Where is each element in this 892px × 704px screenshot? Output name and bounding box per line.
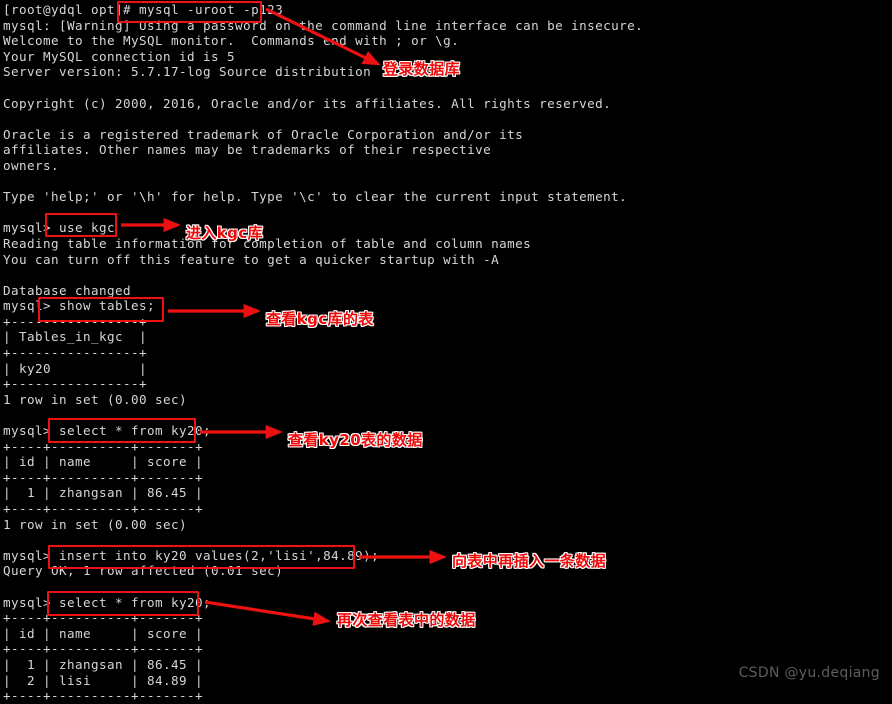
terminal-line: owners. <box>3 157 60 173</box>
terminal-line: Database changed <box>3 282 132 298</box>
terminal-line: Type 'help;' or '\h' for help. Type '\c'… <box>3 189 628 205</box>
terminal-line: +----+----------+-------+ <box>3 438 204 454</box>
terminal-line: +----------------+ <box>3 345 148 361</box>
terminal-line: +----+----------+-------+ <box>3 641 204 657</box>
terminal-output: [root@ydql opt]# mysql -uroot -p123 mysql… <box>3 2 883 704</box>
terminal-line: mysql> show tables; <box>3 298 156 314</box>
terminal-line: mysql> insert into ky20 values(2,'lisi',… <box>3 547 380 563</box>
terminal-line: Copyright (c) 2000, 2016, Oracle and/or … <box>3 95 612 111</box>
terminal-line: 1 row in set (0.00 sec) <box>3 391 188 407</box>
terminal-line: +----+----------+-------+ <box>3 688 204 704</box>
terminal-line: +----------------+ <box>3 313 148 329</box>
terminal-line: +----+----------+-------+ <box>3 469 204 485</box>
terminal-line: Query OK, 1 row affected (0.01 sec) <box>3 563 284 579</box>
csdn-watermark: CSDN @yu.deqiang <box>738 665 880 681</box>
terminal-line: [root@ydql opt]# mysql -uroot -p123 <box>3 2 284 17</box>
terminal-line: | 1 | zhangsan | 86.45 | <box>3 485 204 501</box>
terminal-line: Server version: 5.7.17-log Source distri… <box>3 64 372 80</box>
terminal-line: | ky20 | <box>3 360 148 376</box>
terminal-line: mysql> use kgc <box>3 220 116 236</box>
terminal-line: Your MySQL connection id is 5 <box>3 48 236 64</box>
terminal-line: Welcome to the MySQL monitor. Commands e… <box>3 33 460 49</box>
terminal-line: | id | name | score | <box>3 454 204 470</box>
terminal-line: | id | name | score | <box>3 625 204 641</box>
terminal-line: affiliates. Other names may be trademark… <box>3 142 492 158</box>
terminal-line: mysql> select * from ky20; <box>3 423 212 439</box>
terminal-line: Reading table information for completion… <box>3 235 532 251</box>
terminal-line: You can turn off this feature to get a q… <box>3 251 500 267</box>
terminal-line: +----------------+ <box>3 376 148 392</box>
terminal-line: | Tables_in_kgc | <box>3 329 148 345</box>
terminal-line: +----+----------+-------+ <box>3 610 204 626</box>
terminal-line: Oracle is a registered trademark of Orac… <box>3 126 524 142</box>
terminal-line: +----+----------+-------+ <box>3 501 204 516</box>
terminal-line: mysql: [Warning] Using a password on the… <box>3 17 644 33</box>
terminal-line: mysql> select * from ky20; <box>3 594 212 610</box>
terminal-window[interactable]: [root@ydql opt]# mysql -uroot -p123 mysql… <box>0 0 892 703</box>
terminal-line: 1 row in set (0.00 sec) <box>3 516 188 532</box>
